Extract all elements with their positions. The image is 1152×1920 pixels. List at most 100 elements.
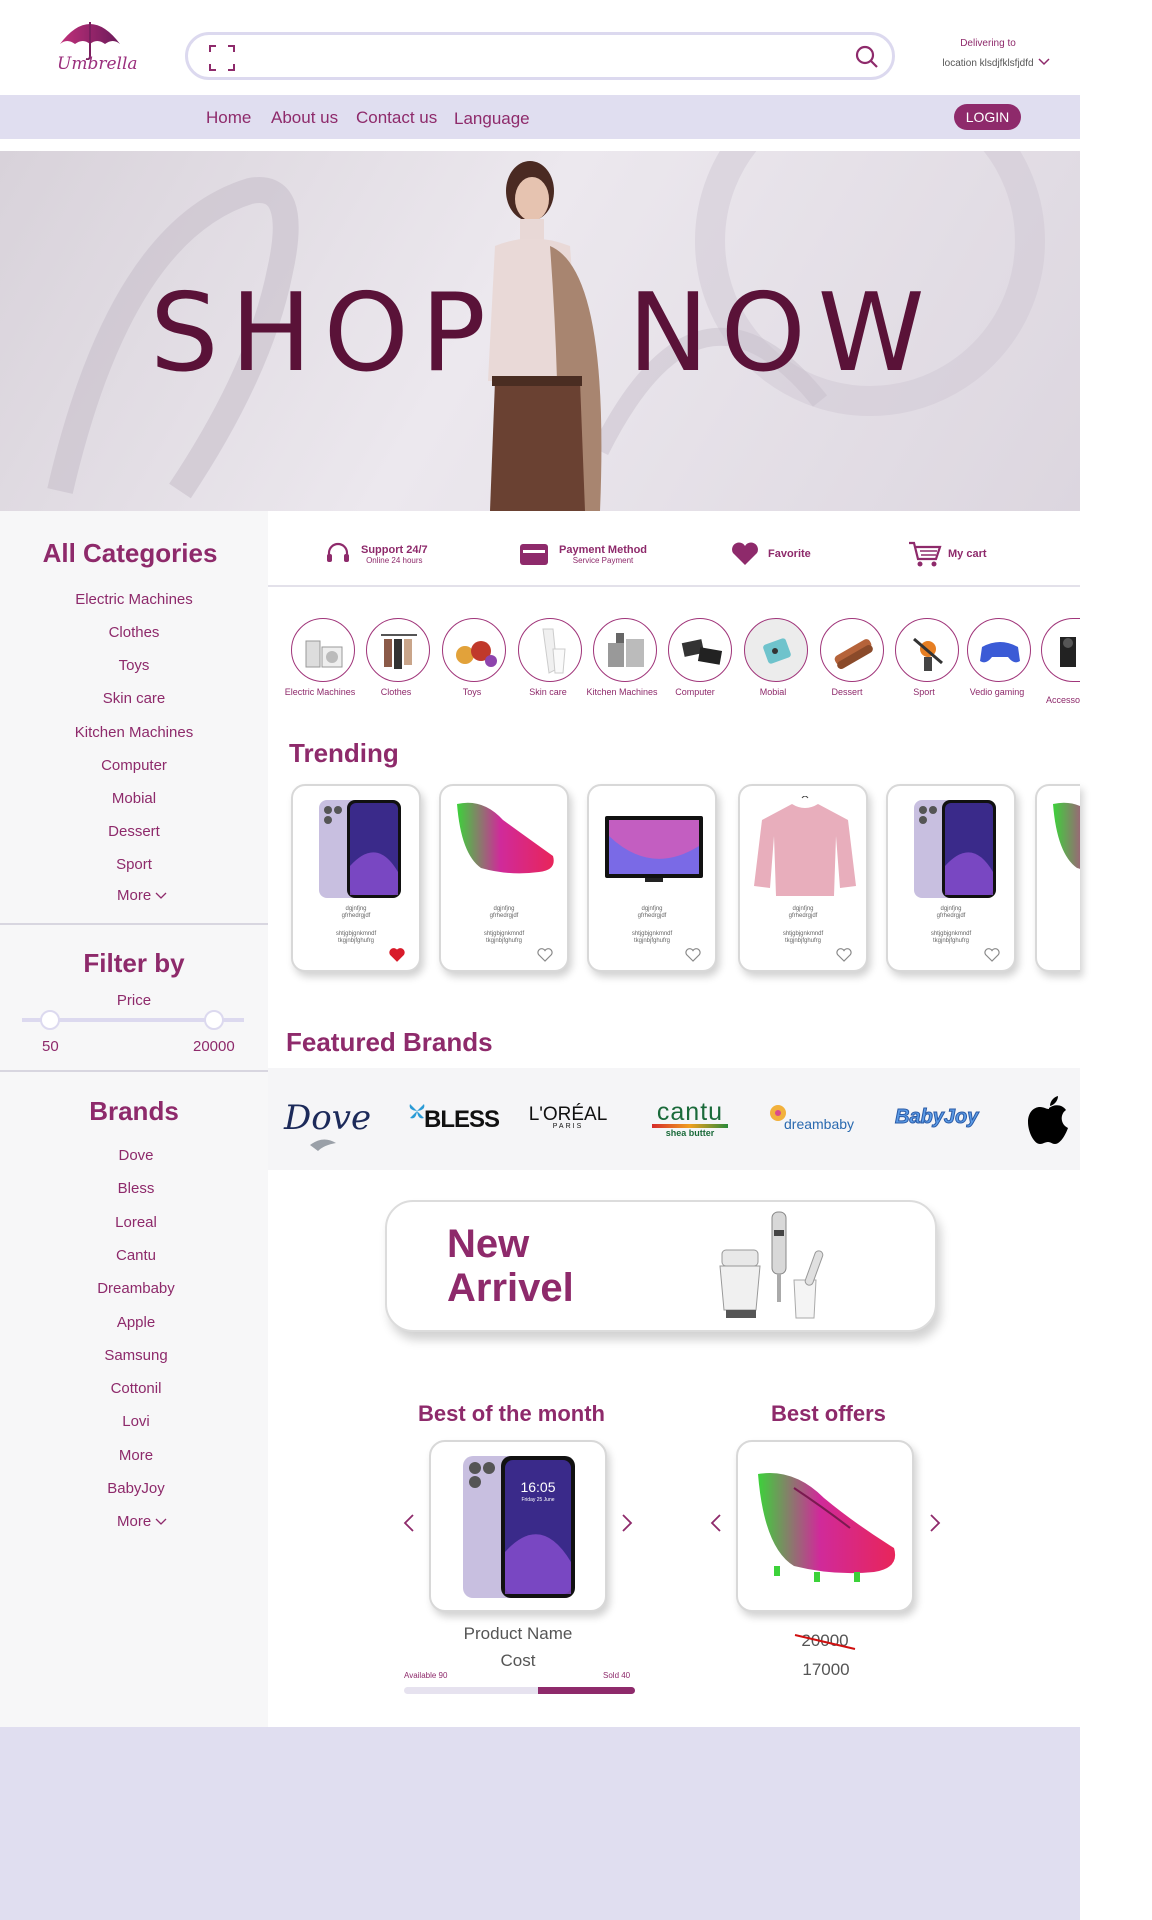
toys-icon — [456, 641, 497, 667]
featured-brands-title: Featured Brands — [286, 1027, 493, 1057]
sidebar-category[interactable]: Skin care — [0, 690, 268, 707]
nav-language[interactable]: Language — [454, 109, 530, 129]
chevron-down-icon[interactable] — [1037, 57, 1051, 67]
sidebar-category[interactable]: Toys — [0, 657, 268, 674]
scan-icon[interactable] — [208, 44, 236, 72]
login-button[interactable]: LOGIN — [954, 104, 1021, 130]
sidebar-category[interactable]: Computer — [0, 757, 268, 774]
search-bar[interactable] — [185, 32, 895, 80]
heart-filled-icon[interactable] — [389, 948, 405, 962]
cart-icon — [909, 541, 942, 567]
sidebar-brand[interactable]: BabyJoy — [0, 1480, 272, 1497]
best-month-product-card[interactable]: 16:05 Friday 25 June — [429, 1440, 607, 1612]
nav-home[interactable]: Home — [206, 108, 251, 128]
chevron-left-icon — [710, 1514, 721, 1532]
best-month-title: Best of the month — [418, 1401, 605, 1426]
sidebar-brand[interactable]: Loreal — [0, 1214, 272, 1231]
trending-product-card[interactable]: dgjnfjng gfrhedrgjdf shtjgbjgnkmndf tkgjnbj… — [738, 784, 868, 972]
best-month-prev[interactable] — [402, 1513, 416, 1539]
search-icon[interactable] — [854, 44, 880, 70]
best-offers-prev[interactable] — [709, 1513, 723, 1539]
best-offers-product-card[interactable] — [736, 1440, 914, 1612]
best-month-next[interactable] — [620, 1513, 634, 1539]
sport-icon — [913, 637, 943, 671]
stock-progress-bar — [404, 1687, 635, 1694]
category-dessert[interactable] — [820, 618, 884, 682]
brand-logo-loreal[interactable]: L'ORÉAL PARIS — [525, 1104, 611, 1130]
available-count: Available 90 — [404, 1671, 448, 1680]
sidebar-category[interactable]: Sport — [0, 856, 268, 873]
sidebar-brand[interactable]: Apple — [0, 1314, 272, 1331]
price-min-handle[interactable] — [40, 1010, 60, 1030]
category-clothes[interactable] — [366, 618, 430, 682]
trending-product-card[interactable]: dgjnfjng gfrhedrgjdf shtjgbjgnkmndf tkgjnbj… — [886, 784, 1016, 972]
trending-product-card[interactable]: dgjnfjng gfrhedrgjdf shtjgbjgnkmndf tkgjnbj… — [439, 784, 569, 972]
hero-banner[interactable]: SHOP NOW — [0, 151, 1080, 511]
sidebar-category[interactable]: Dessert — [0, 823, 268, 840]
category-skin-care[interactable] — [518, 618, 582, 682]
sidebar-brand[interactable]: Dreambaby — [0, 1280, 272, 1297]
heart-outline-icon[interactable] — [537, 948, 553, 962]
best-offers-next[interactable] — [928, 1513, 942, 1539]
new-arrival-line2: Arrivel — [447, 1266, 574, 1310]
nav-about[interactable]: About us — [271, 108, 338, 128]
sidebar-brand[interactable]: Samsung — [0, 1347, 272, 1364]
card-text-line: g — [1037, 913, 1080, 920]
category-kitchen-machines[interactable] — [593, 618, 657, 682]
sidebar-divider — [0, 923, 268, 925]
categories-more-button[interactable]: More — [117, 887, 167, 904]
category-mobial[interactable] — [744, 618, 808, 682]
sidebar-brand[interactable]: Dove — [0, 1147, 272, 1164]
price-strikethrough — [794, 1634, 856, 1650]
brand-logo-cantu[interactable]: cantu shea butter — [652, 1100, 728, 1138]
sidebar-category[interactable]: Mobial — [0, 790, 268, 807]
sidebar-brand[interactable]: Cantu — [0, 1247, 272, 1264]
brand-logo-babyjoy[interactable]: BabyJoy — [894, 1106, 978, 1129]
brand-name: BLESS — [424, 1106, 500, 1133]
trending-product-card[interactable]: dg shtjgtkgjn — [1035, 784, 1080, 972]
sidebar-category[interactable]: Kitchen Machines — [0, 724, 268, 741]
service-favorite[interactable]: Favorite — [730, 537, 811, 571]
category-sport[interactable] — [895, 618, 959, 682]
brands-more-button[interactable]: More — [117, 1513, 167, 1530]
delivering-label: Delivering to — [960, 38, 1016, 49]
card-text-line: gfrhedrgjdf — [788, 913, 818, 919]
sidebar-brand[interactable]: More — [0, 1447, 272, 1464]
sidebar-category[interactable]: Electric Machines — [0, 591, 268, 608]
nav-bar: Home About us Contact us Language LOGIN — [0, 95, 1080, 139]
sidebar-brand[interactable]: Bless — [0, 1180, 272, 1197]
hero-title-right: NOW — [627, 271, 937, 396]
delivery-location[interactable]: Delivering to location klsdjfklsfjdfd — [918, 34, 1058, 74]
category-computer[interactable] — [668, 618, 732, 682]
card-text-line: shtjgbjgnkmndf — [930, 931, 972, 937]
category-video-gaming[interactable] — [967, 618, 1031, 682]
heart-outline-icon[interactable] — [836, 948, 852, 962]
card-text-line: tkgjnbjfghufrg — [337, 938, 375, 944]
service-support[interactable]: Support 24/7 Online 24 hours — [325, 537, 428, 571]
card-text-line: shtjgbjgnkmndf — [483, 931, 525, 937]
umbrella-logo[interactable]: Umbrella — [55, 14, 138, 80]
nav-contact[interactable]: Contact us — [356, 108, 437, 128]
category-electric-machines[interactable] — [291, 618, 355, 682]
service-payment[interactable]: Payment Method Service Payment — [519, 537, 647, 571]
brand-name: cantu — [656, 1098, 724, 1126]
service-cart[interactable]: My cart — [908, 537, 987, 571]
card-text-line: tkgjnbjfghufrg — [485, 938, 523, 944]
brands-title: Brands — [89, 1096, 179, 1126]
sidebar-category[interactable]: Clothes — [0, 624, 268, 641]
sidebar-brand[interactable]: Lovi — [0, 1413, 272, 1430]
chevron-right-icon — [930, 1514, 941, 1532]
trending-product-card[interactable]: dgjnfjng gfrhedrgjdf shtjgbjgnkmndf tkgjnbj… — [291, 784, 421, 972]
apple-logo-icon[interactable] — [1026, 1094, 1072, 1148]
chevron-left-icon — [403, 1514, 414, 1532]
price-slider[interactable] — [22, 1010, 244, 1030]
sidebar-brand[interactable]: Cottonil — [0, 1380, 272, 1397]
heart-outline-icon[interactable] — [685, 948, 701, 962]
price-max-handle[interactable] — [204, 1010, 224, 1030]
category-toys[interactable] — [442, 618, 506, 682]
trending-product-card[interactable]: dgjnfjng gfrhedrgjdf shtjgbjgnkmndf tkgjnbj… — [587, 784, 717, 972]
heart-outline-icon[interactable] — [984, 948, 1000, 962]
new-arrival-banner[interactable]: New Arrivel — [385, 1200, 937, 1332]
brand-logo-dove[interactable]: Dove — [284, 1098, 371, 1138]
product-cost: Cost — [500, 1651, 536, 1670]
